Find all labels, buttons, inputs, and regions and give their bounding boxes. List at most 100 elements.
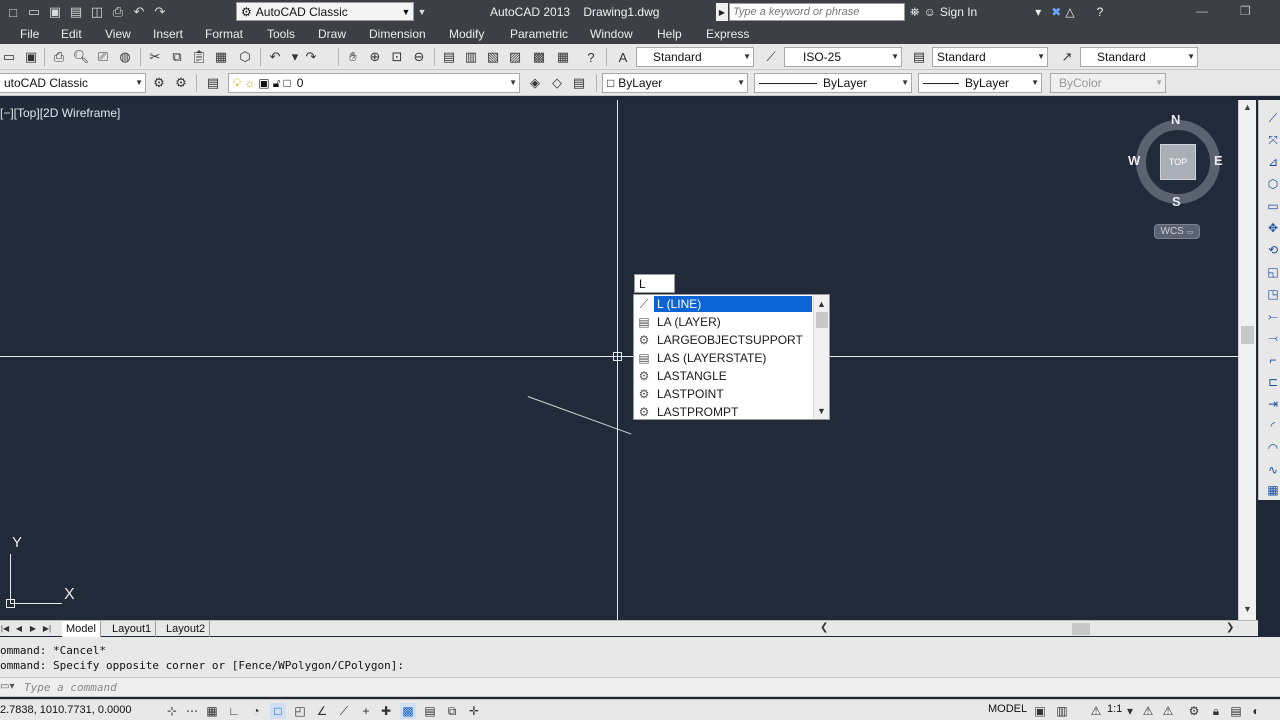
search-input[interactable]: Type a keyword or phrase bbox=[729, 3, 905, 21]
paste-icon[interactable]: 📋︎ bbox=[190, 48, 208, 66]
menu-insert[interactable]: Insert bbox=[153, 27, 183, 41]
snap-mode-icon[interactable]: ⋯ bbox=[184, 703, 200, 719]
publish-icon[interactable]: ⎚ bbox=[94, 48, 112, 66]
chevron-down-icon[interactable]: ▼ bbox=[814, 403, 829, 418]
viewcube-top-face[interactable]: TOP bbox=[1160, 144, 1196, 180]
tab-layout1[interactable]: Layout1 bbox=[108, 621, 157, 637]
block-editor-icon[interactable]: ⬡ bbox=[236, 48, 254, 66]
help-icon[interactable]: ? bbox=[582, 48, 600, 66]
stretch-icon[interactable]: ◳ bbox=[1265, 286, 1280, 302]
markup-icon[interactable]: ▩ bbox=[530, 48, 548, 66]
copy-icon[interactable]: ⧉ bbox=[168, 48, 186, 66]
rotate-icon[interactable]: ⟲ bbox=[1265, 242, 1280, 258]
autocomplete-item-line[interactable]: ⟋ L (LINE) bbox=[634, 295, 814, 313]
grid-display-icon[interactable]: ▦ bbox=[204, 703, 220, 719]
menu-edit[interactable]: Edit bbox=[61, 27, 82, 41]
menu-format[interactable]: Format bbox=[205, 27, 243, 41]
dynamic-input-field[interactable]: L bbox=[634, 274, 675, 293]
cut-icon[interactable]: ✂ bbox=[146, 48, 164, 66]
viewport-controls[interactable]: [−][Top][2D Wireframe] bbox=[0, 106, 120, 120]
infocenter-collapse-icon[interactable]: ▶ bbox=[716, 3, 728, 21]
selection-cycling-icon[interactable]: ⧉ bbox=[444, 703, 460, 719]
lineweight-icon[interactable]: ✚ bbox=[378, 703, 394, 719]
exchange-icon[interactable]: ✖ bbox=[1051, 5, 1061, 19]
zoom-previous-icon[interactable]: ⊖ bbox=[410, 48, 428, 66]
linetype-select[interactable]: ByLayer ▼ bbox=[754, 73, 912, 93]
text-style-icon[interactable]: A bbox=[614, 48, 632, 66]
zoom-window-icon[interactable]: ⊡ bbox=[388, 48, 406, 66]
annotation-visibility-icon[interactable]: ⚠ bbox=[1140, 703, 1156, 719]
move-icon[interactable]: ✥ bbox=[1265, 220, 1280, 236]
drawing-vertical-scrollbar[interactable]: ▲ ▼ bbox=[1238, 100, 1256, 620]
chevron-right-icon[interactable]: ❯ bbox=[1226, 622, 1234, 633]
scale-icon[interactable]: ◱ bbox=[1265, 264, 1280, 280]
trim-icon[interactable]: ⤚ bbox=[1265, 308, 1280, 324]
save-as-icon[interactable]: ▤ bbox=[67, 3, 85, 21]
menu-modify[interactable]: Modify bbox=[449, 27, 484, 41]
chevron-down-icon[interactable]: ▼ bbox=[1239, 604, 1256, 618]
quick-view-drawings-icon[interactable]: ▥ bbox=[1054, 703, 1070, 719]
tab-model[interactable]: Model bbox=[62, 621, 101, 637]
compass-north[interactable]: N bbox=[1171, 112, 1180, 127]
object-snap-icon[interactable]: □ bbox=[270, 703, 286, 719]
command-line[interactable]: ▭▾ Type a command bbox=[0, 677, 1280, 697]
workspace-select[interactable]: ⚙ AutoCAD Classic ▼ bbox=[236, 2, 414, 21]
horizontal-scroll-thumb[interactable] bbox=[1072, 623, 1090, 635]
match-properties-icon[interactable]: ▦ bbox=[212, 48, 230, 66]
break-icon[interactable]: ⌐ bbox=[1265, 352, 1280, 368]
command-input[interactable]: Type a command bbox=[24, 681, 117, 694]
table-style-select[interactable]: Standard ▼ bbox=[932, 47, 1048, 67]
calculator-icon[interactable]: ▦ bbox=[554, 48, 572, 66]
plot-preview-icon[interactable]: ◫ bbox=[88, 3, 106, 21]
compass-west[interactable]: W bbox=[1128, 153, 1140, 168]
properties-icon[interactable]: ▤ bbox=[440, 48, 458, 66]
viewcube[interactable]: TOP N S E W WCS ▭ bbox=[1128, 112, 1228, 252]
menu-help[interactable]: Help bbox=[657, 27, 682, 41]
first-tab-icon[interactable]: |◀ bbox=[0, 622, 10, 635]
polar-tracking-icon[interactable]: ◔ bbox=[248, 703, 264, 719]
quick-properties-icon[interactable]: ▤ bbox=[422, 703, 438, 719]
hardware-acceleration-icon[interactable]: ▤ bbox=[1228, 703, 1244, 719]
polygon-icon[interactable]: ⬡ bbox=[1265, 176, 1280, 192]
isolate-objects-icon[interactable]: ◐ bbox=[1248, 703, 1264, 719]
multileader-style-icon[interactable]: ↗ bbox=[1058, 48, 1076, 66]
menu-express[interactable]: Express bbox=[706, 27, 749, 41]
chevron-down-icon[interactable]: ▾ bbox=[1122, 703, 1138, 719]
menu-draw[interactable]: Draw bbox=[318, 27, 346, 41]
binoculars-icon[interactable]: ⛯ bbox=[910, 5, 920, 20]
save-icon[interactable]: ▣ bbox=[22, 48, 40, 66]
help-icon[interactable]: ? bbox=[1097, 5, 1104, 19]
spline-icon[interactable]: ∿ bbox=[1265, 462, 1280, 478]
extend-icon[interactable]: ⤙ bbox=[1265, 330, 1280, 346]
sheet-set-icon[interactable]: ▨ bbox=[506, 48, 524, 66]
ortho-mode-icon[interactable]: ∟ bbox=[226, 703, 242, 719]
command-autocomplete-list[interactable]: ⟋ L (LINE) ▤ LA (LAYER) ⚙ LARGEOBJECTSUP… bbox=[633, 294, 830, 420]
3d-object-snap-icon[interactable]: ◰ bbox=[292, 703, 308, 719]
wcs-menu-button[interactable]: WCS ▭ bbox=[1154, 224, 1200, 239]
layer-select[interactable]: 💡︎ ☼ ▣ 🔓︎ □ 0 ▼ bbox=[228, 73, 520, 93]
dimension-style-icon[interactable]: ⟋ bbox=[762, 48, 780, 66]
last-tab-icon[interactable]: ▶| bbox=[42, 622, 52, 635]
annotation-scale-select[interactable]: 1:1 bbox=[1107, 703, 1122, 715]
multileader-style-select[interactable]: Standard ▼ bbox=[1080, 47, 1198, 67]
3d-print-icon[interactable]: ◍ bbox=[116, 48, 134, 66]
qat-dropdown-icon[interactable]: ▼ bbox=[416, 2, 428, 21]
autocomplete-item-lastangle[interactable]: ⚙ LASTANGLE bbox=[634, 367, 814, 385]
construction-line-icon[interactable]: ⤧ bbox=[1265, 132, 1280, 148]
sign-in-button[interactable]: ☺ Sign In bbox=[924, 5, 978, 19]
workspace-toolbar-select[interactable]: utoCAD Classic ▼ bbox=[0, 73, 146, 93]
text-style-select[interactable]: Standard ▼ bbox=[636, 47, 754, 67]
annotation-monitor-icon[interactable]: ✛ bbox=[466, 703, 482, 719]
arc-icon[interactable]: ◠ bbox=[1265, 440, 1280, 456]
lineweight-select[interactable]: ByLayer ▼ bbox=[918, 73, 1042, 93]
tab-layout2[interactable]: Layout2 bbox=[162, 621, 211, 637]
autodesk-360-icon[interactable]: △ bbox=[1065, 5, 1074, 19]
object-snap-tracking-icon[interactable]: ∠ bbox=[314, 703, 330, 719]
autocomplete-scrollbar[interactable]: ▲ ▼ bbox=[813, 295, 829, 419]
auto-scale-icon[interactable]: ⚠ bbox=[1160, 703, 1176, 719]
menu-dimension[interactable]: Dimension bbox=[369, 27, 426, 41]
menu-view[interactable]: View bbox=[105, 27, 131, 41]
menu-file[interactable]: File bbox=[20, 27, 39, 41]
autocomplete-item-lastpoint[interactable]: ⚙ LASTPOINT bbox=[634, 385, 814, 403]
redo-icon[interactable]: ↷ bbox=[302, 48, 320, 66]
